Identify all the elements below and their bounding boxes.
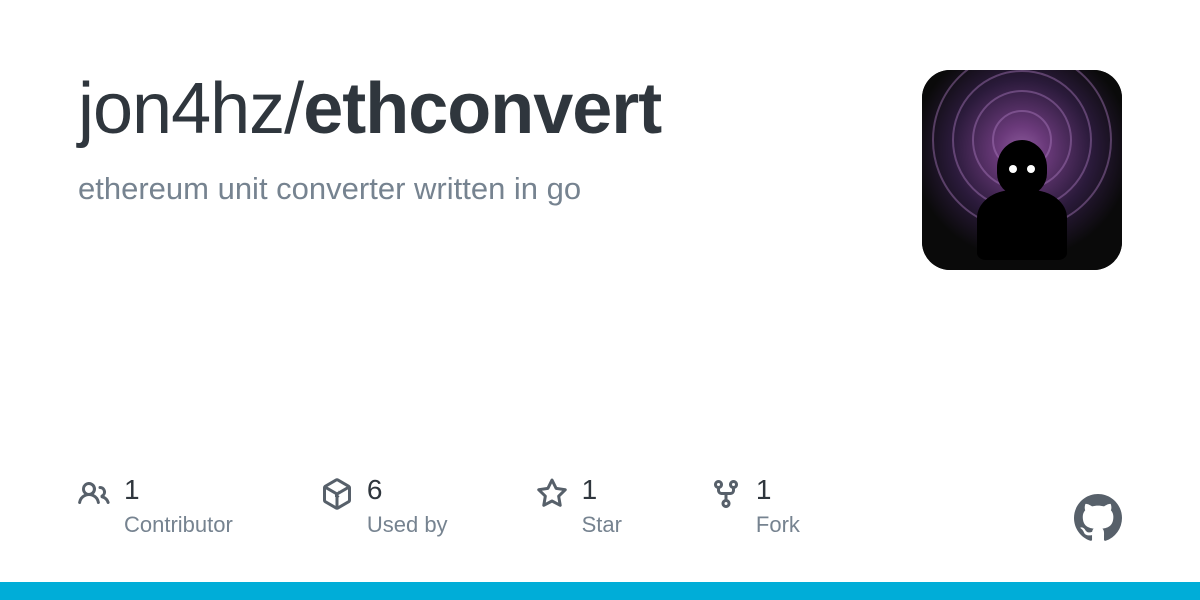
stat-label: Star [582, 512, 622, 538]
title-section: jon4hz/ethconvert ethereum unit converte… [78, 70, 892, 207]
stat-usedby: 6 Used by [321, 476, 448, 538]
repo-name: ethconvert [303, 69, 661, 149]
people-icon [78, 478, 110, 510]
avatar [922, 70, 1122, 270]
header-row: jon4hz/ethconvert ethereum unit converte… [78, 70, 1122, 270]
repo-title: jon4hz/ethconvert [78, 70, 892, 149]
stat-value: 1 [756, 476, 800, 504]
stat-value: 1 [582, 476, 622, 504]
package-icon [321, 478, 353, 510]
stat-stars: 1 Star [536, 476, 622, 538]
stat-forks: 1 Fork [710, 476, 800, 538]
github-logo-icon [1074, 494, 1122, 542]
repo-description: ethereum unit converter written in go [78, 171, 892, 207]
stats-row: 1 Contributor 6 Used by 1 Star [78, 476, 800, 538]
stat-label: Fork [756, 512, 800, 538]
stat-contributors: 1 Contributor [78, 476, 233, 538]
repo-owner: jon4hz [78, 69, 284, 149]
fork-icon [710, 478, 742, 510]
star-icon [536, 478, 568, 510]
stat-value: 6 [367, 476, 448, 504]
stat-label: Used by [367, 512, 448, 538]
slash: / [284, 69, 303, 149]
repo-card: jon4hz/ethconvert ethereum unit converte… [0, 0, 1200, 600]
language-bar [0, 582, 1200, 600]
stat-value: 1 [124, 476, 233, 504]
stat-label: Contributor [124, 512, 233, 538]
